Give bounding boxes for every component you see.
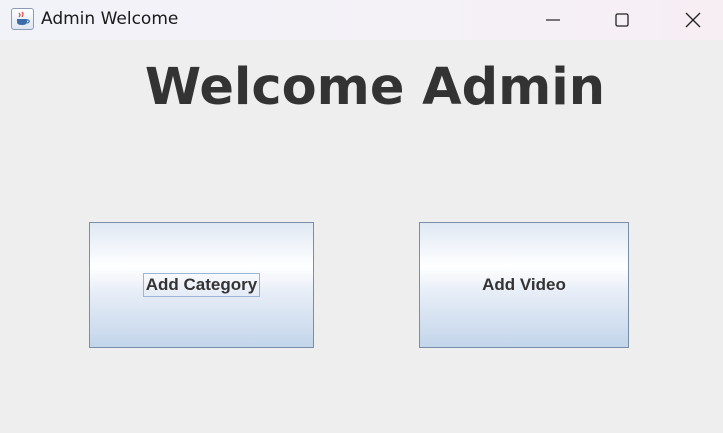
add-category-button[interactable]: Add Category: [89, 222, 314, 348]
close-button[interactable]: [670, 0, 716, 40]
close-icon: [685, 12, 701, 28]
welcome-heading: Welcome Admin: [144, 58, 606, 117]
maximize-button[interactable]: [599, 0, 645, 40]
minimize-icon: [546, 19, 560, 21]
maximize-icon: [615, 13, 629, 27]
app-window: Admin Welcome Welcome Admin Add Category…: [0, 0, 723, 433]
java-cup-icon: [11, 8, 34, 30]
add-video-label: Add Video: [482, 275, 566, 294]
minimize-button[interactable]: [530, 0, 576, 40]
title-bar[interactable]: Admin Welcome: [0, 0, 723, 40]
window-title: Admin Welcome: [41, 9, 179, 29]
add-video-button[interactable]: Add Video: [419, 222, 629, 348]
add-category-label: Add Category: [142, 273, 261, 297]
